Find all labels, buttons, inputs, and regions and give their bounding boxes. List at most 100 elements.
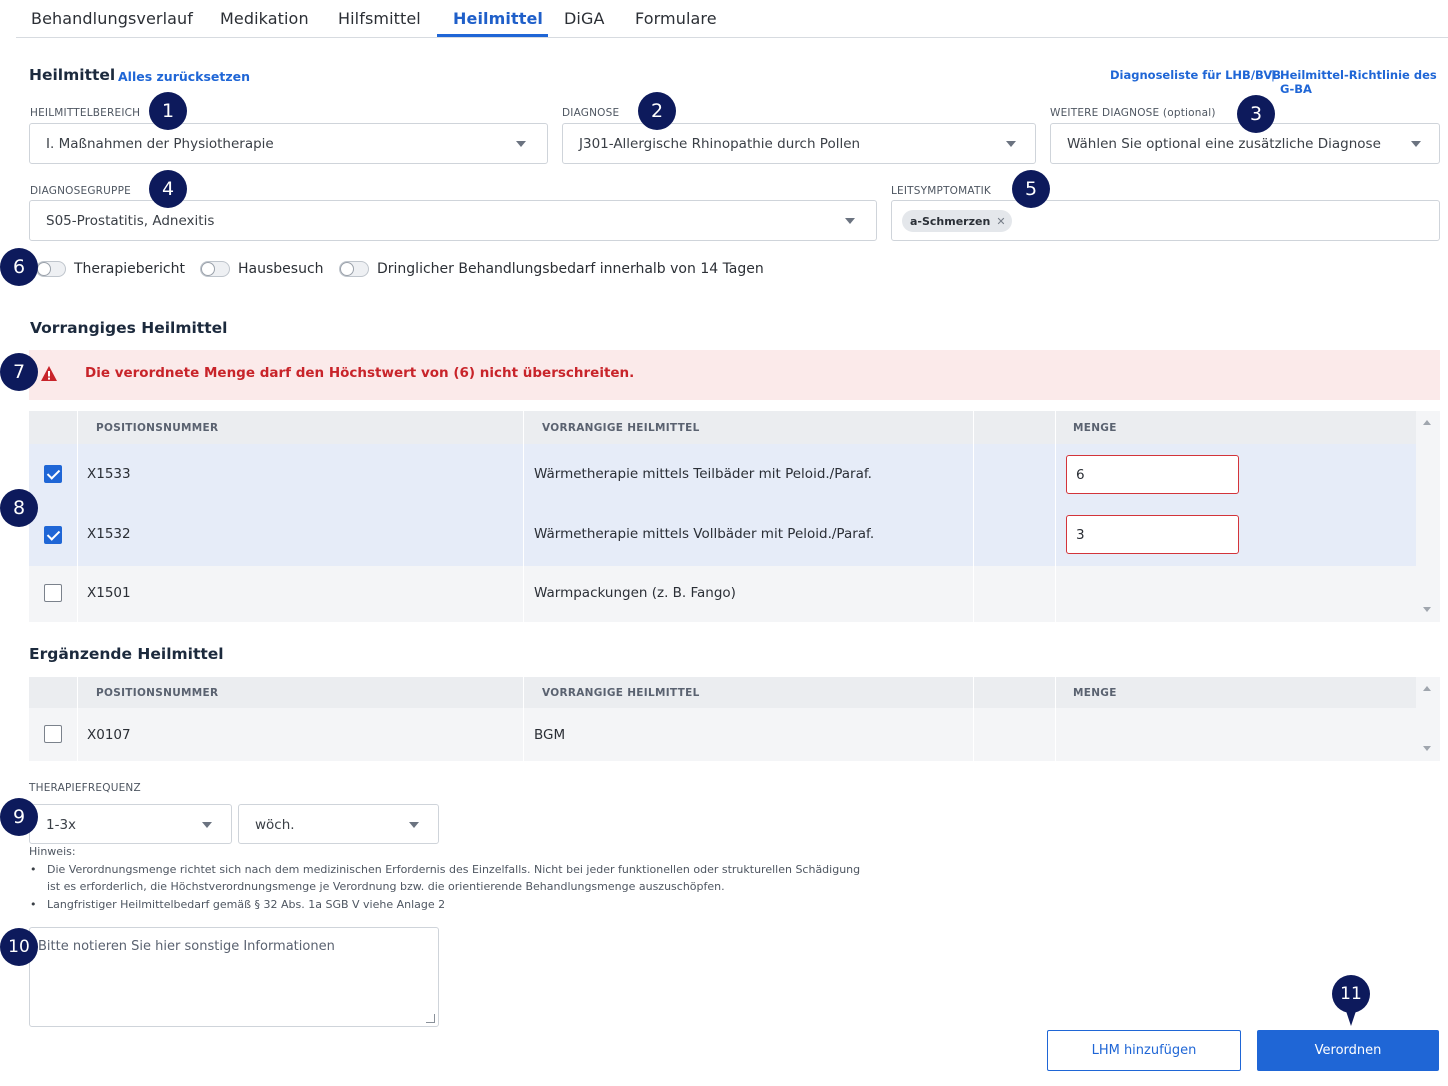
close-icon[interactable]: ✕: [996, 215, 1005, 228]
ergaenzend-table: POSITIONSNUMMER VORRANGIGE HEILMITTEL ME…: [29, 677, 1440, 761]
annotation-badge-3: 3: [1237, 95, 1275, 133]
tab-behandlungsverlauf[interactable]: Behandlungsverlauf: [31, 9, 193, 28]
vorrangig-title: Vorrangiges Heilmittel: [30, 319, 228, 337]
chevron-down-icon: [409, 822, 419, 828]
column-header-menge: MENGE: [1073, 422, 1117, 434]
weitere-diagnose-label: WEITERE DIAGNOSE (optional): [1050, 107, 1216, 119]
heilmittel-cell: BGM: [534, 727, 566, 743]
toggle-knob: [340, 262, 354, 276]
row-checkbox[interactable]: [44, 465, 62, 483]
chevron-down-icon: [202, 822, 212, 828]
hint-item: Langfristiger Heilmittelbedarf gemäß § 3…: [29, 896, 860, 914]
warning-icon: [41, 366, 57, 381]
diagnosegruppe-value: S05-Prostatitis, Adnexitis: [46, 213, 215, 229]
error-alert: Die verordnete Menge darf den Höchstwert…: [29, 350, 1440, 400]
tab-bar: Behandlungsverlauf Medikation Hilfsmitte…: [16, 0, 1448, 38]
column-divider: [1055, 677, 1056, 761]
heilmittel-cell: Wärmetherapie mittels Vollbäder mit Pelo…: [534, 526, 875, 542]
menge-input[interactable]: 6: [1066, 455, 1239, 494]
annotation-badge-1: 1: [149, 92, 187, 130]
frequenz-unit-value: wöch.: [255, 817, 295, 833]
heilmittelbereich-label: HEILMITTELBEREICH: [30, 107, 141, 119]
row-checkbox[interactable]: [44, 584, 62, 602]
link-separator: |: [1271, 68, 1275, 82]
weitere-diagnose-value: Wählen Sie optional eine zusätzliche Dia…: [1067, 136, 1381, 152]
tab-medikation[interactable]: Medikation: [220, 9, 309, 28]
menge-input[interactable]: 3: [1066, 515, 1239, 554]
column-header-positionsnummer: POSITIONSNUMMER: [96, 422, 219, 434]
positionsnummer-cell: X1532: [87, 526, 131, 542]
frequenz-count-select[interactable]: 1-3x: [29, 804, 232, 844]
chevron-down-icon: [516, 141, 526, 147]
reset-all-link[interactable]: Alles zurücksetzen: [118, 69, 250, 84]
hint-item-continued: ist es erforderlich, die Höchstverordnun…: [29, 878, 860, 896]
chevron-down-icon: [1411, 141, 1421, 147]
diagnoseliste-link[interactable]: Diagnoseliste für LHB/BVB: [1110, 68, 1281, 82]
table-row[interactable]: X0107 BGM: [29, 708, 1416, 761]
column-divider: [523, 677, 524, 761]
table-row[interactable]: X1501 Warmpackungen (z. B. Fango): [29, 566, 1416, 622]
scroll-down-icon[interactable]: [1423, 746, 1431, 751]
leitsymptomatik-chip: a-Schmerzen ✕: [902, 210, 1012, 232]
column-header-menge: MENGE: [1073, 687, 1117, 699]
leitsymptomatik-field[interactable]: a-Schmerzen ✕: [891, 200, 1440, 241]
column-divider: [77, 411, 78, 622]
annotation-badge-7: 7: [0, 353, 38, 391]
diagnosegruppe-select[interactable]: S05-Prostatitis, Adnexitis: [29, 200, 877, 241]
column-header-heilmittel: VORRANGIGE HEILMITTEL: [542, 687, 700, 699]
diagnose-value: J301-Allergische Rhinopathie durch Polle…: [579, 136, 861, 152]
annotation-badge-6: 6: [0, 248, 38, 286]
therapiebericht-toggle[interactable]: [36, 261, 66, 277]
leitsymptomatik-label: LEITSYMPTOMATIK: [891, 185, 991, 197]
notes-textarea[interactable]: Bitte notieren Sie hier sonstige Informa…: [29, 927, 439, 1027]
resize-handle-icon[interactable]: [426, 1014, 435, 1023]
tab-heilmittel[interactable]: Heilmittel: [453, 9, 543, 28]
therapiefrequenz-label: THERAPIEFREQUENZ: [29, 782, 141, 794]
diagnose-label: DIAGNOSE: [562, 107, 620, 119]
frequenz-unit-select[interactable]: wöch.: [238, 804, 439, 844]
hausbesuch-toggle[interactable]: [200, 261, 230, 277]
row-checkbox[interactable]: [44, 725, 62, 743]
chip-label: a-Schmerzen: [910, 214, 991, 228]
active-tab-indicator: [437, 34, 548, 37]
page-title: Heilmittel: [29, 66, 116, 84]
heilmittelbereich-select[interactable]: I. Maßnahmen der Physiotherapie: [29, 123, 548, 164]
row-checkbox[interactable]: [44, 526, 62, 544]
tab-hilfsmittel[interactable]: Hilfsmittel: [338, 9, 421, 28]
verordnen-button[interactable]: Verordnen: [1257, 1030, 1439, 1071]
positionsnummer-cell: X1533: [87, 466, 131, 482]
table-row[interactable]: X1533 Wärmetherapie mittels Teilbäder mi…: [29, 444, 1416, 504]
column-divider: [973, 411, 974, 622]
menge-value: 6: [1076, 467, 1085, 483]
dringlich-label: Dringlicher Behandlungsbedarf innerhalb …: [377, 261, 764, 277]
lhm-hinzufuegen-button[interactable]: LHM hinzufügen: [1047, 1030, 1241, 1071]
annotation-badge-8: 8: [0, 489, 38, 527]
scroll-down-icon[interactable]: [1423, 607, 1431, 612]
annotation-badge-2: 2: [638, 92, 676, 130]
column-header-heilmittel: VORRANGIGE HEILMITTEL: [542, 422, 700, 434]
tab-diga[interactable]: DiGA: [564, 9, 605, 28]
table-header: POSITIONSNUMMER VORRANGIGE HEILMITTEL ME…: [29, 411, 1416, 444]
hint-item-text: ist es erforderlich, die Höchstverordnun…: [47, 880, 725, 893]
positionsnummer-cell: X0107: [87, 727, 131, 743]
column-header-positionsnummer: POSITIONSNUMMER: [96, 687, 219, 699]
notes-placeholder: Bitte notieren Sie hier sonstige Informa…: [38, 939, 335, 954]
vorrangig-table: POSITIONSNUMMER VORRANGIGE HEILMITTEL ME…: [29, 411, 1440, 622]
annotation-badge-4: 4: [149, 170, 187, 208]
diagnose-select[interactable]: J301-Allergische Rhinopathie durch Polle…: [562, 123, 1036, 164]
heilmittel-cell: Wärmetherapie mittels Teilbäder mit Pelo…: [534, 466, 872, 482]
column-divider: [523, 411, 524, 622]
richtlinie-link[interactable]: Heilmittel-Richtlinie des G-BA: [1280, 68, 1448, 96]
column-divider: [77, 677, 78, 761]
table-row[interactable]: X1532 Wärmetherapie mittels Vollbäder mi…: [29, 504, 1416, 566]
menge-value: 3: [1076, 527, 1085, 543]
tab-formulare[interactable]: Formulare: [635, 9, 717, 28]
annotation-badge-9: 9: [0, 798, 38, 836]
scroll-up-icon[interactable]: [1423, 686, 1431, 691]
frequenz-count-value: 1-3x: [46, 817, 77, 833]
dringlich-toggle[interactable]: [339, 261, 369, 277]
scroll-up-icon[interactable]: [1423, 420, 1431, 425]
hint-item: Die Verordnungsmenge richtet sich nach d…: [29, 861, 860, 879]
weitere-diagnose-label-text: WEITERE DIAGNOSE: [1050, 107, 1160, 119]
column-divider: [973, 677, 974, 761]
